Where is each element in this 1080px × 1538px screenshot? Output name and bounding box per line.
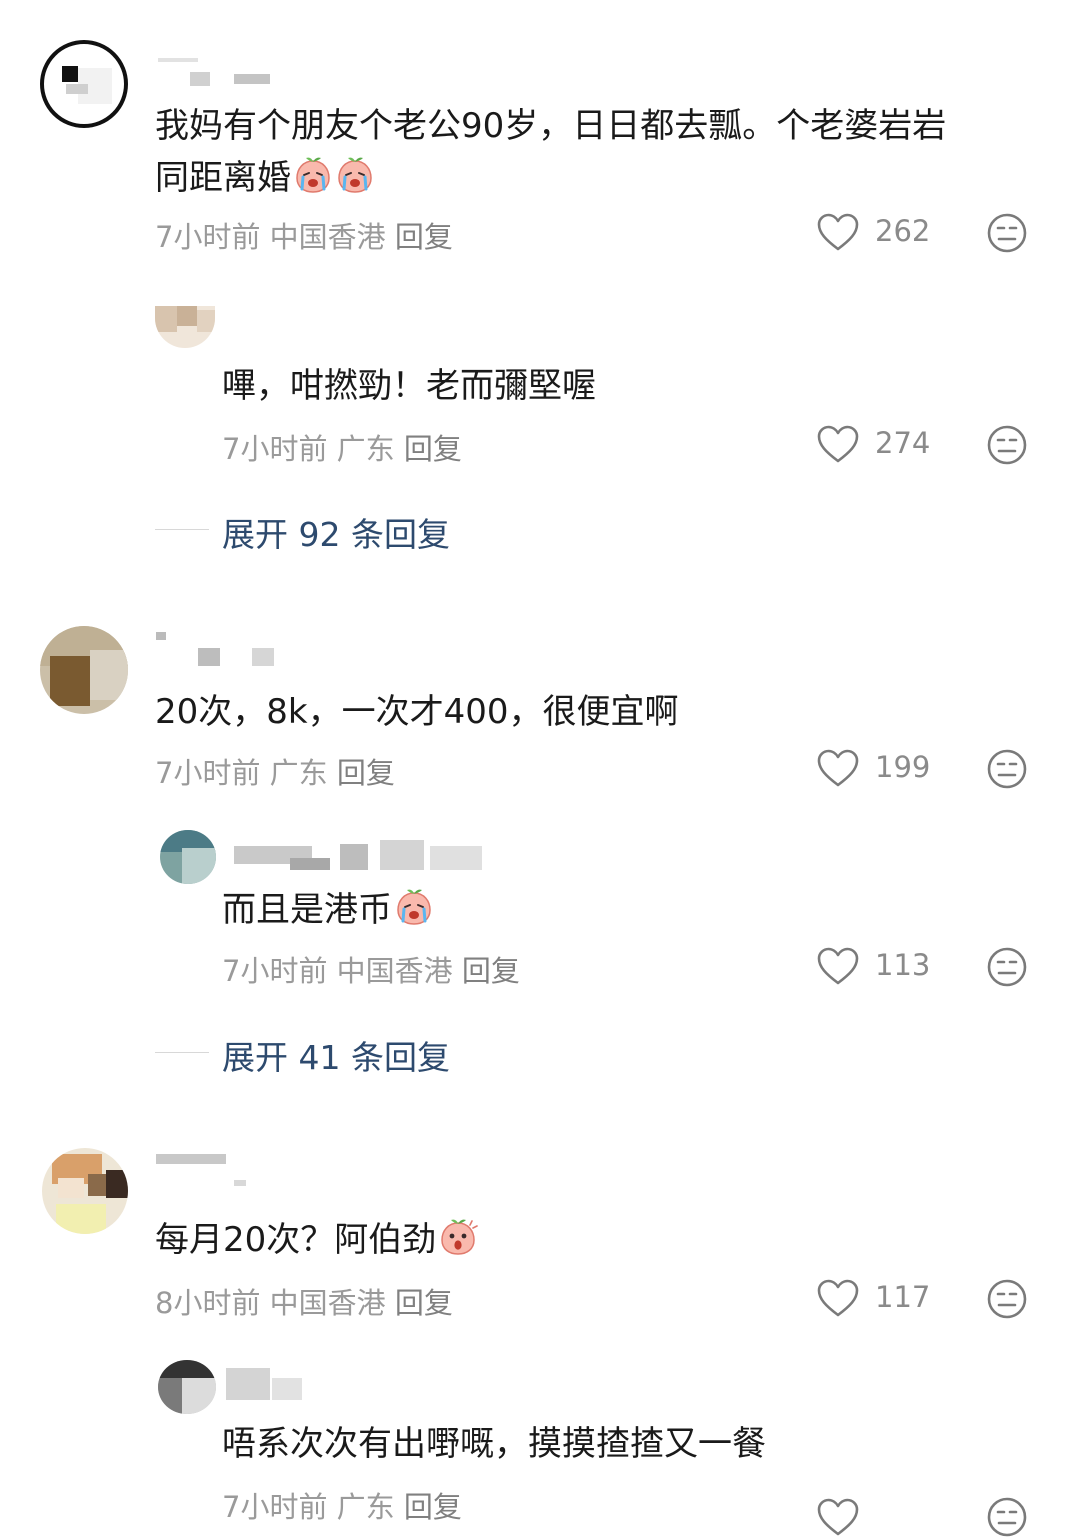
reply-button[interactable]: 回复 [462,954,520,988]
reply-button[interactable]: 回复 [337,756,395,790]
like-count: 113 [875,948,931,982]
timestamp: 7小时前 [222,954,328,988]
location: 中国香港 [269,1286,386,1320]
like-count: 274 [875,426,931,460]
reply-meta: 7小时前 中国香港 回复 [222,948,520,990]
dislike-icon[interactable] [986,424,1028,466]
reply-text: 唔系次次有出嘢嘅，摸摸揸揸又一餐 [222,1424,766,1464]
heart-icon[interactable] [816,1496,860,1538]
timestamp: 7小时前 [222,432,328,466]
dislike-icon[interactable] [986,212,1028,254]
crying-peach-emoji [293,155,333,195]
like-count: 117 [875,1280,931,1314]
comment-text-continued: 同距离婚 [155,152,375,204]
username[interactable] [150,1150,250,1186]
reply-text: 而且是港币 [222,884,434,936]
heart-icon[interactable] [816,424,860,464]
comment-text: 我妈有个朋友个老公90岁，日日都去瓢。个老婆岩岩 [155,106,947,146]
reply-meta: 7小时前 广东 回复 [222,426,462,468]
avatar[interactable] [40,40,128,128]
heart-icon[interactable] [816,1278,860,1318]
heart-icon[interactable] [816,946,860,986]
reply-button[interactable]: 回复 [395,220,453,254]
expand-replies-button[interactable]: 展开 41 条回复 [222,1031,450,1079]
timestamp: 7小时前 [155,220,261,254]
reply-avatar[interactable] [155,306,215,348]
location: 广东 [269,756,328,790]
expand-replies-button[interactable]: 展开 92 条回复 [222,508,450,556]
dislike-icon[interactable] [986,1496,1028,1538]
divider [155,1052,209,1053]
reply-button[interactable]: 回复 [395,1286,453,1320]
crying-peach-emoji [394,887,434,927]
reply-button[interactable]: 回复 [404,1490,462,1524]
comment-meta: 8小时前 中国香港 回复 [155,1280,453,1322]
comment-meta: 7小时前 中国香港 回复 [155,214,453,256]
username[interactable] [150,54,280,86]
location: 广东 [336,1490,395,1524]
reply-avatar[interactable] [158,1360,216,1414]
username[interactable] [150,632,310,668]
location: 中国香港 [269,220,386,254]
timestamp: 7小时前 [155,756,261,790]
timestamp: 7小时前 [222,1490,328,1524]
reply-avatar[interactable] [160,830,216,884]
comment-text: 每月20次？阿伯劲 [155,1214,478,1266]
crying-peach-emoji [335,155,375,195]
reply-button[interactable]: 回复 [404,432,462,466]
avatar[interactable] [40,626,128,714]
dislike-icon[interactable] [986,946,1028,988]
location: 广东 [336,432,395,466]
reply-text: 嗶，咁撚勁！老而彌堅喔 [222,366,596,406]
heart-icon[interactable] [816,212,860,252]
avatar[interactable] [42,1148,128,1234]
timestamp: 8小时前 [155,1286,261,1320]
reply-meta: 7小时前 广东 回复 [222,1484,462,1526]
comment-text: 20次，8k，一次才400，很便宜啊 [155,692,679,732]
dislike-icon[interactable] [986,1278,1028,1320]
username[interactable] [222,1364,312,1404]
divider [155,529,209,530]
like-count: 262 [875,214,931,248]
shocked-peach-emoji [438,1217,478,1257]
username[interactable] [230,832,490,882]
dislike-icon[interactable] [986,748,1028,790]
location: 中国香港 [336,954,453,988]
comment-meta: 7小时前 广东 回复 [155,750,395,792]
heart-icon[interactable] [816,748,860,788]
like-count: 199 [875,750,931,784]
